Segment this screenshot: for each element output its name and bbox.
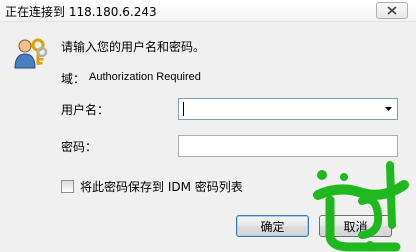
close-button[interactable] <box>376 2 408 19</box>
password-label: 密码： <box>61 140 98 154</box>
cancel-button[interactable]: 取消 <box>319 215 392 237</box>
ok-button[interactable]: 确定 <box>236 215 309 237</box>
realm-label: 域： <box>61 72 86 86</box>
realm-value: Authorization Required <box>89 71 201 83</box>
watermark-logo <box>313 161 409 252</box>
dialog-title: 正在连接到 118.180.6.243 <box>5 5 157 19</box>
prompt-text: 请输入您的用户名和密码。 <box>61 40 206 54</box>
remember-password-checkbox[interactable] <box>61 179 74 193</box>
login-dialog: 正在连接到 118.180.6.243 请输入您的用户名和密码。 域： Auth… <box>0 0 416 252</box>
username-input[interactable] <box>179 99 377 119</box>
chevron-down-icon <box>384 107 392 111</box>
close-icon <box>387 6 397 15</box>
password-input[interactable] <box>178 135 398 157</box>
keys-icon <box>14 38 48 69</box>
username-label: 用户名： <box>61 103 110 117</box>
text-caret <box>183 102 184 116</box>
username-dropdown-button[interactable] <box>379 99 397 119</box>
remember-password-label[interactable]: 将此密码保存到 IDM 密码列表 <box>80 178 243 195</box>
remember-password-option[interactable]: 将此密码保存到 IDM 密码列表 <box>61 178 243 194</box>
username-combobox[interactable] <box>178 98 398 120</box>
title-bar: 正在连接到 118.180.6.243 <box>0 0 416 22</box>
